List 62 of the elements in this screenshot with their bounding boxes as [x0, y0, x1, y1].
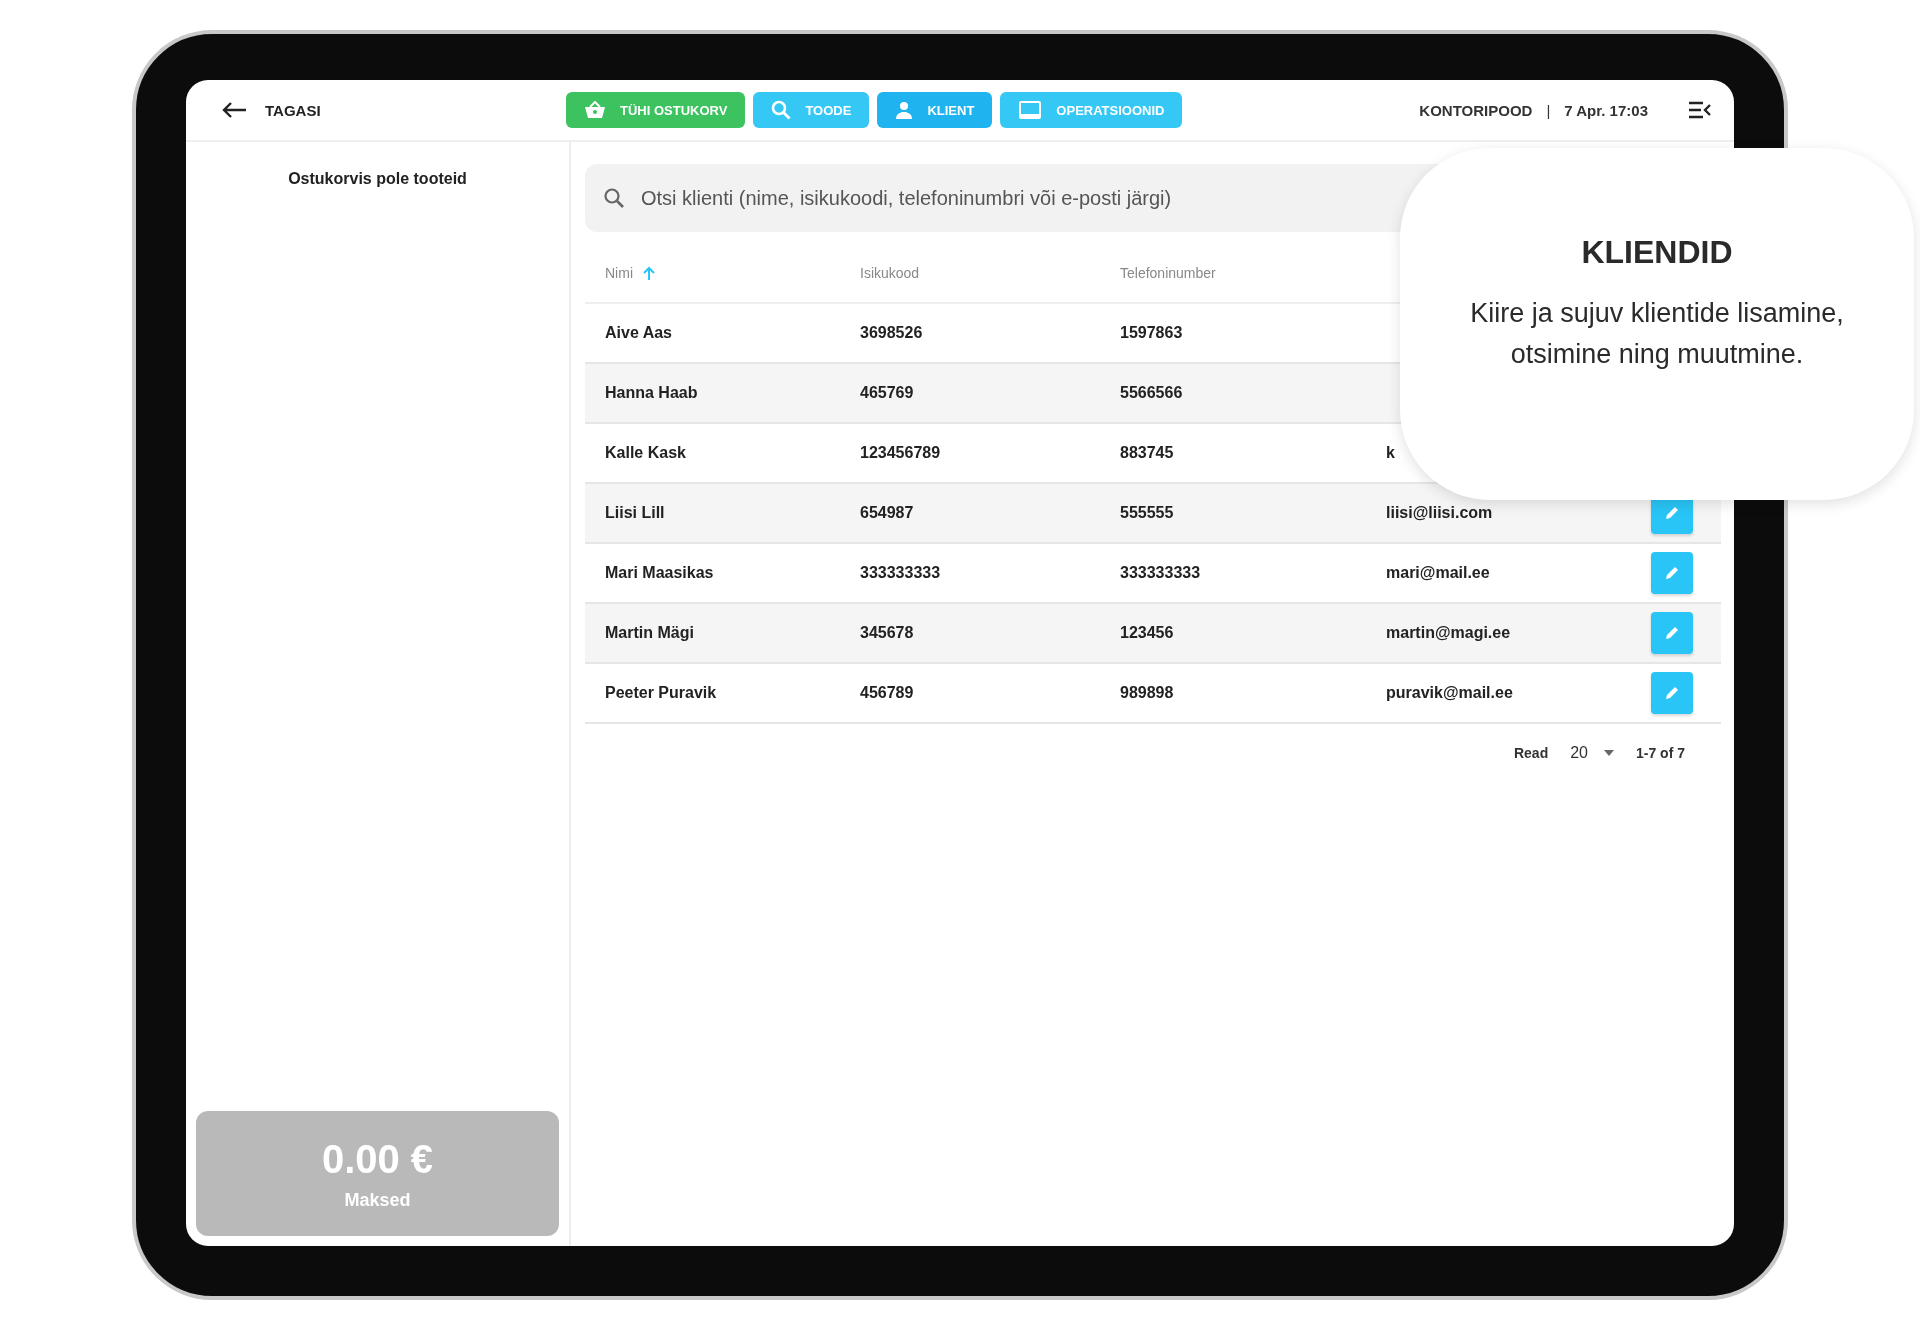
table-cell-text: 123456	[1120, 624, 1175, 642]
table-cell-text: 555555	[1120, 504, 1175, 522]
edit-button[interactable]	[1651, 612, 1693, 654]
monitor-icon	[1018, 100, 1043, 120]
table-cell-text: 1597863	[1120, 324, 1184, 342]
pencil-icon	[1664, 565, 1680, 581]
payments-panel[interactable]: 0.00 € Maksed	[196, 1111, 559, 1236]
toolbar-button[interactable]: OPERATSIOONID	[1000, 92, 1183, 128]
toolbar-button[interactable]: TOODE	[753, 92, 870, 128]
empty-cart-text: Ostukorvis pole tooteid	[288, 170, 467, 188]
table-cell: martin@magi.ee	[1386, 624, 1511, 641]
table-cell: k	[1386, 444, 1395, 461]
table-cell: puravik@mail.ee	[1386, 684, 1513, 701]
edit-button[interactable]	[1651, 552, 1693, 594]
table-cell-text: Martin Mägi	[605, 624, 695, 642]
search-icon	[603, 187, 625, 209]
search-icon	[771, 100, 792, 120]
date-time: 7 Apr. 17:03	[1564, 101, 1648, 119]
callout-title: KLIENDID	[1581, 234, 1733, 271]
table-cell-text: 5566566	[1120, 384, 1184, 402]
separator: |	[1546, 101, 1551, 119]
payments-label: Maksed	[344, 1189, 411, 1211]
table-cell-text: Kalle Kask	[605, 444, 687, 462]
table-cell-text: 456789	[860, 684, 915, 702]
basket-icon	[584, 101, 606, 119]
caret-icon	[1604, 750, 1614, 756]
total-amount: 0.00 €	[321, 1136, 434, 1182]
page-range: 1-7 of 7	[1636, 745, 1685, 761]
column-header[interactable]: Isikukood	[860, 265, 920, 281]
pencil-icon	[1664, 625, 1680, 641]
table-cell-text: 989898	[1120, 684, 1175, 702]
rows-per-page-select[interactable]: 20	[1570, 744, 1614, 762]
back-link[interactable]: TAGASI	[265, 101, 321, 119]
table-cell-text: Hanna Haab	[605, 384, 699, 402]
toolbar-button[interactable]: TÜHI OSTUKORV	[566, 92, 746, 128]
store-name: KONTORIPOOD	[1419, 101, 1533, 119]
rows-label: Read	[1513, 745, 1549, 761]
table-cell-text: 465769	[860, 384, 915, 402]
table-cell-text: 345678	[860, 624, 915, 642]
table-cell-text: Aive Aas	[605, 324, 673, 342]
menu-icon[interactable]	[1688, 101, 1712, 119]
table-cell-text: Liisi Lill	[605, 504, 666, 522]
table-cell-text: 654987	[860, 504, 915, 522]
sort-up-arrow-icon[interactable]	[643, 266, 655, 280]
table-cell-text: 333333333	[1120, 564, 1202, 582]
table-cell-text: 333333333	[860, 564, 942, 582]
toolbar-button[interactable]: KLIENT	[877, 92, 993, 128]
person-icon	[895, 101, 914, 119]
table-cell-text: Mari Maasikas	[605, 564, 715, 582]
callout-text: Kiire ja sujuv klientide lisamine, otsimine ning muutmine.	[1469, 297, 1845, 371]
table-cell: mari@mail.ee	[1386, 564, 1490, 581]
back-arrow-icon[interactable]	[221, 101, 247, 119]
table-cell-text: 3698526	[860, 324, 924, 342]
pencil-icon	[1664, 505, 1680, 521]
column-header[interactable]: Nimi	[605, 265, 633, 281]
table-cell-text: Peeter Puravik	[605, 684, 718, 702]
table-cell-text: 123456789	[860, 444, 942, 462]
edit-button[interactable]	[1651, 672, 1693, 714]
table-cell-text: 883745	[1120, 444, 1175, 462]
column-header[interactable]: Telefoninumber	[1120, 265, 1216, 281]
table-cell: liisi@liisi.com	[1386, 504, 1493, 521]
pencil-icon	[1664, 685, 1680, 701]
